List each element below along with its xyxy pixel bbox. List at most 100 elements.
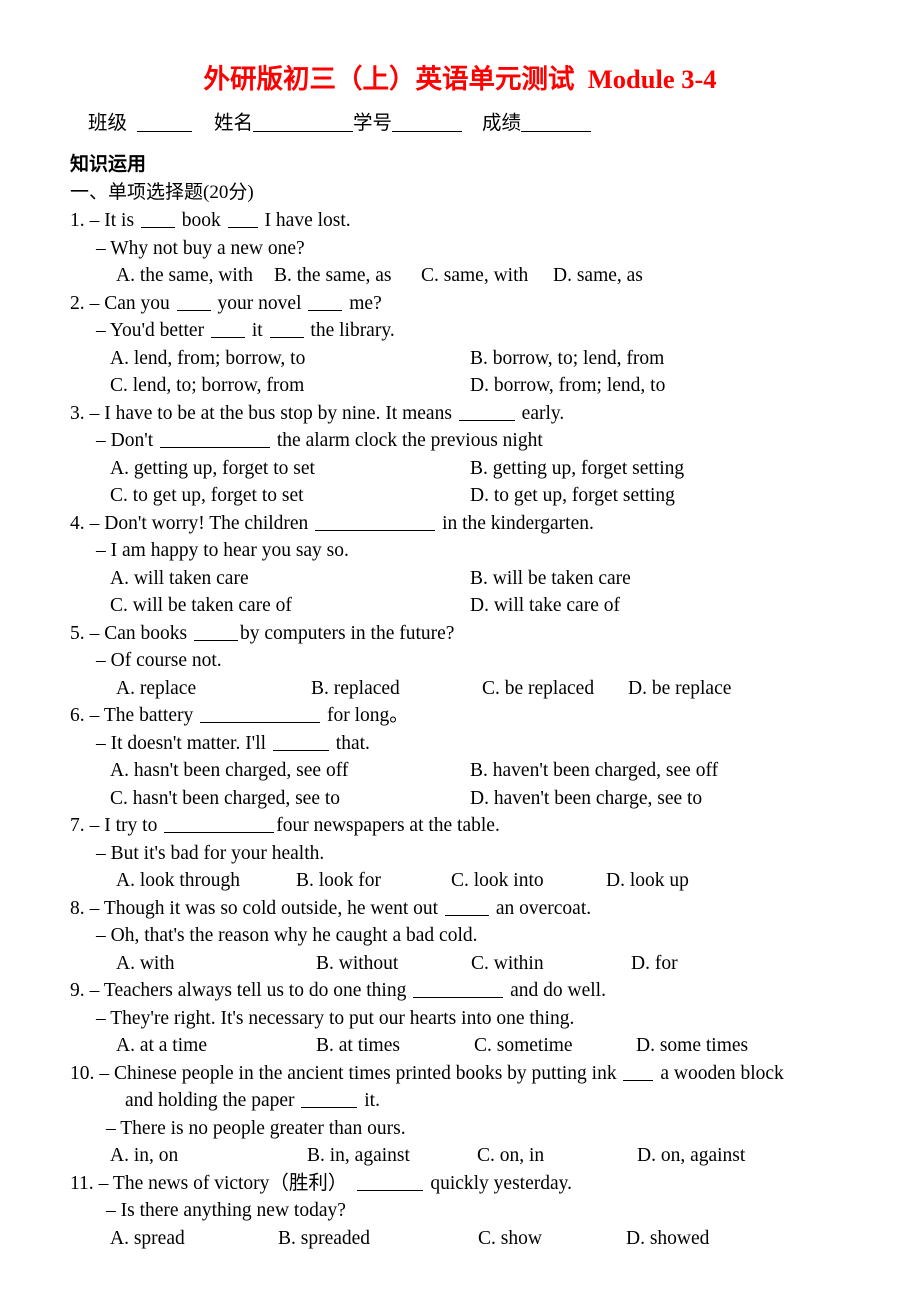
option-c[interactable]: C. on, in <box>477 1142 637 1170</box>
option-b[interactable]: B. the same, as <box>274 262 421 290</box>
option-d[interactable]: D. haven't been charge, see to <box>470 785 702 813</box>
option-c[interactable]: C. lend, to; borrow, from <box>110 372 470 400</box>
class-blank[interactable] <box>137 114 193 132</box>
stem-text-post: an overcoat. <box>490 897 592 919</box>
option-c[interactable]: C. look into <box>451 867 606 895</box>
question-reply: – Oh, that's the reason why he caught a … <box>96 925 478 946</box>
answer-blank[interactable] <box>227 212 258 228</box>
option-b[interactable]: B. at times <box>316 1032 474 1060</box>
option-b[interactable]: B. haven't been charged, see off <box>470 757 718 785</box>
option-a[interactable]: A. replace <box>116 675 311 703</box>
question-reply: – You'd better it the library. <box>0 317 920 345</box>
option-a[interactable]: A. spread <box>110 1225 278 1253</box>
question-number: 1. <box>70 210 85 231</box>
reply-text-post: that. <box>330 732 370 754</box>
answer-blank[interactable] <box>200 707 321 723</box>
stem-text-post: four newspapers at the table. <box>276 815 500 836</box>
option-a[interactable]: A. will taken care <box>110 565 470 593</box>
option-d[interactable]: D. look up <box>606 867 689 895</box>
answer-blank[interactable] <box>269 322 304 338</box>
option-c[interactable]: C. to get up, forget to set <box>110 482 470 510</box>
option-row: A. at a time B. at times C. sometime D. som… <box>0 1032 920 1060</box>
stem-text-post: for long。 <box>322 705 409 726</box>
answer-blank[interactable] <box>160 432 271 448</box>
question-8: 8. – Though it was so cold outside, he we… <box>0 895 920 978</box>
stem-text-pre: – I try to <box>89 815 163 836</box>
option-d[interactable]: D. borrow, from; lend, to <box>470 372 665 400</box>
stem-text-pre: – Teachers always tell us to do one thin… <box>89 980 412 1001</box>
exam-page: 外研版初三（上）英语单元测试 Module 3-4 班级 姓名 学号 成绩 知识运用 … <box>0 0 920 1300</box>
student-id-blank[interactable] <box>392 114 463 132</box>
question-number: 7. <box>70 815 85 836</box>
option-row: A. look through B. look for C. look into D.… <box>0 867 920 895</box>
answer-blank[interactable] <box>308 295 343 311</box>
option-row: A. getting up, forget to set B. getting u… <box>0 455 920 483</box>
question-2: 2. – Can you your novel me? – You'd bette… <box>0 290 920 400</box>
option-b[interactable]: B. replaced <box>311 675 482 703</box>
question-stem: 4. – Don't worry! The children in the kin… <box>0 510 920 538</box>
stem-text-pre: – The battery <box>89 705 199 726</box>
option-c[interactable]: C. hasn't been charged, see to <box>110 785 470 813</box>
question-reply: – It doesn't matter. I'll that. <box>0 730 920 758</box>
answer-blank[interactable] <box>413 982 504 998</box>
option-b[interactable]: B. look for <box>296 867 451 895</box>
option-d[interactable]: D. showed <box>626 1225 709 1253</box>
answer-blank[interactable] <box>210 322 245 338</box>
question-stem: 7. – I try to four newspapers at the tabl… <box>0 812 920 840</box>
reply-text-post: the alarm clock the previous night <box>272 430 543 451</box>
option-row: A. in, on B. in, against C. on, in D. on, a… <box>0 1142 920 1170</box>
option-b[interactable]: B. will be taken care <box>470 565 631 593</box>
stem-text-pre: – Though it was so cold outside, he went… <box>89 897 443 919</box>
option-a[interactable]: A. getting up, forget to set <box>110 455 470 483</box>
question-reply: – They're right. It's necessary to put o… <box>96 1007 575 1029</box>
option-c[interactable]: C. same, with <box>421 262 553 290</box>
option-c[interactable]: C. within <box>471 950 631 978</box>
answer-blank[interactable] <box>176 295 211 311</box>
option-d[interactable]: D. for <box>631 950 678 978</box>
stem-text-pre: – The news of victory（胜利） <box>98 1172 348 1194</box>
option-a[interactable]: A. hasn't been charged, see off <box>110 757 470 785</box>
stem-text-pre: – Can books <box>89 622 192 644</box>
option-b[interactable]: B. getting up, forget setting <box>470 455 684 483</box>
answer-blank[interactable] <box>458 405 515 421</box>
stem-text-pre: – I have to be at the bus stop by nine. … <box>89 402 457 424</box>
student-info-line: 班级 姓名 学号 成绩 <box>0 96 920 138</box>
option-d[interactable]: D. same, as <box>553 262 643 290</box>
name-blank[interactable] <box>253 114 354 132</box>
answer-blank[interactable] <box>164 817 275 833</box>
option-a[interactable]: A. the same, with <box>116 262 274 290</box>
question-7: 7. – I try to four newspapers at the tabl… <box>0 812 920 895</box>
answer-blank[interactable] <box>444 900 489 916</box>
answer-blank[interactable] <box>140 212 175 228</box>
answer-blank[interactable] <box>194 625 238 641</box>
option-a[interactable]: A. at a time <box>116 1032 316 1060</box>
answer-blank[interactable] <box>301 1092 358 1108</box>
question-list: 1. – It is book I have lost. – Why not bu… <box>0 207 920 1252</box>
option-a[interactable]: A. in, on <box>110 1142 307 1170</box>
option-a[interactable]: A. with <box>116 950 316 978</box>
question-stem: 8. – Though it was so cold outside, he we… <box>0 895 920 923</box>
option-c[interactable]: C. show <box>478 1225 626 1253</box>
option-b[interactable]: B. spreaded <box>278 1225 478 1253</box>
option-b[interactable]: B. in, against <box>307 1142 477 1170</box>
option-d[interactable]: D. on, against <box>637 1142 745 1170</box>
score-blank[interactable] <box>521 114 592 132</box>
answer-blank[interactable] <box>315 515 436 531</box>
question-reply: – There is no people greater than ours. <box>106 1117 406 1139</box>
option-c[interactable]: C. be replaced <box>482 675 628 703</box>
option-c[interactable]: C. sometime <box>474 1032 636 1060</box>
answer-blank[interactable] <box>272 735 329 751</box>
option-d[interactable]: D. some times <box>636 1032 748 1060</box>
option-a[interactable]: A. look through <box>116 867 296 895</box>
option-d[interactable]: D. will take care of <box>470 592 620 620</box>
question-1: 1. – It is book I have lost. – Why not bu… <box>0 207 920 290</box>
answer-blank[interactable] <box>623 1065 654 1081</box>
option-d[interactable]: D. be replace <box>628 675 731 703</box>
option-c[interactable]: C. will be taken care of <box>110 592 470 620</box>
answer-blank[interactable] <box>357 1175 424 1191</box>
reply-text-pre: – Don't <box>96 430 159 451</box>
option-b[interactable]: B. without <box>316 950 471 978</box>
option-b[interactable]: B. borrow, to; lend, from <box>470 345 664 373</box>
option-a[interactable]: A. lend, from; borrow, to <box>110 345 470 373</box>
option-d[interactable]: D. to get up, forget setting <box>470 482 675 510</box>
